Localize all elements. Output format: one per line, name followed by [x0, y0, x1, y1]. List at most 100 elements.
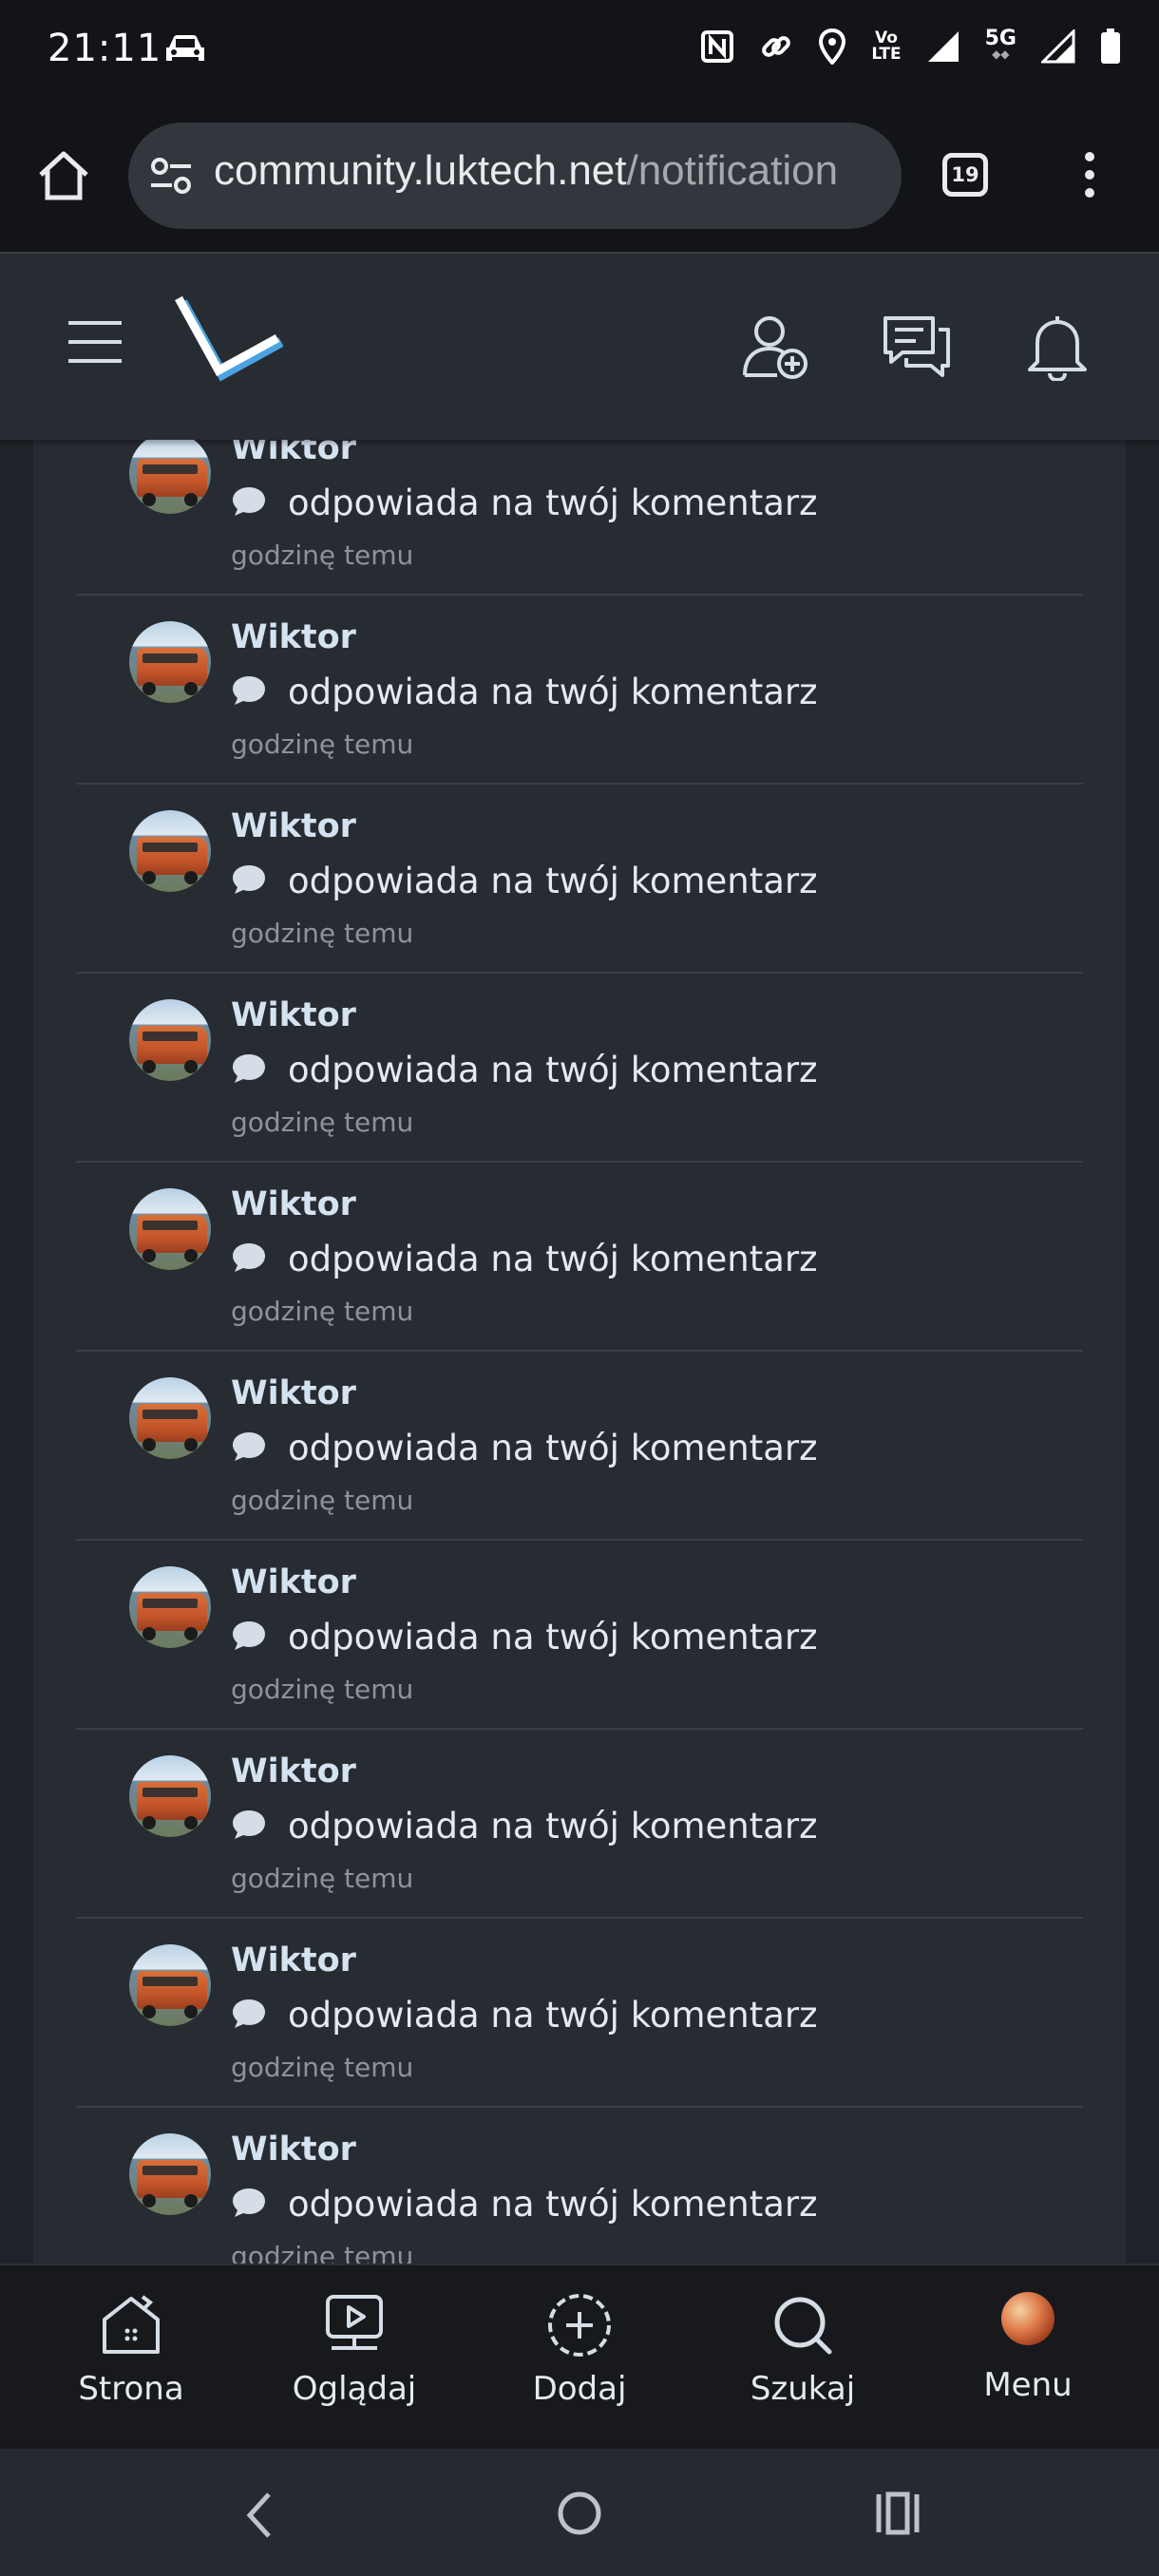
signal-2-icon [1041, 29, 1075, 64]
home-circle-icon[interactable] [555, 2489, 604, 2538]
notification-message: odpowiada na twój komentarz [231, 1050, 818, 1090]
browser-toolbar: community.luktech.net/notification 19 [0, 104, 1159, 252]
notification-message: odpowiada na twój komentarz [231, 1995, 818, 2036]
avatar[interactable] [129, 999, 211, 1081]
notification-message: odpowiada na twój komentarz [231, 1617, 818, 1657]
more-options-icon[interactable] [1085, 152, 1096, 199]
comment-icon [231, 485, 267, 521]
notification-username[interactable]: Wiktor [231, 996, 356, 1034]
notification-time: godzinę temu [231, 1485, 414, 1516]
notification-time: godzinę temu [231, 1107, 414, 1138]
notification-username[interactable]: Wiktor [231, 618, 356, 656]
notification-item[interactable]: Wiktor odpowiada na twój komentarz godzi… [76, 596, 1083, 785]
nav-dodaj[interactable]: Dodaj [484, 2265, 674, 2451]
comment-icon [231, 863, 267, 900]
recents-icon[interactable] [874, 2491, 922, 2536]
notification-action: odpowiada na twój komentarz [288, 1428, 818, 1468]
notification-time: godzinę temu [231, 2052, 414, 2083]
system-navigation-bar [0, 2449, 1159, 2576]
notification-action: odpowiada na twój komentarz [288, 2184, 818, 2225]
url-text[interactable]: community.luktech.net/notification [214, 147, 838, 195]
notification-time: godzinę temu [231, 1296, 414, 1327]
notification-time: godzinę temu [231, 918, 414, 949]
notification-item[interactable]: Wiktor odpowiada na twój komentarz godzi… [76, 974, 1083, 1163]
nav-menu[interactable]: Menu [933, 2265, 1123, 2451]
notification-username[interactable]: Wiktor [231, 1752, 356, 1790]
site-settings-icon[interactable] [149, 157, 193, 199]
nav-strona[interactable]: Strona [36, 2265, 226, 2451]
notification-message: odpowiada na twój komentarz [231, 2184, 818, 2225]
site-header [0, 252, 1159, 440]
notification-item[interactable]: Wiktor odpowiada na twój komentarz godzi… [76, 785, 1083, 974]
notification-message: odpowiada na twój komentarz [231, 861, 818, 901]
notification-action: odpowiada na twój komentarz [288, 861, 818, 901]
notification-action: odpowiada na twój komentarz [288, 672, 818, 712]
notification-time: godzinę temu [231, 540, 414, 571]
notification-message: odpowiada na twój komentarz [231, 483, 818, 523]
home-icon[interactable] [36, 150, 91, 205]
comment-icon [231, 2187, 267, 2223]
hamburger-icon[interactable] [66, 320, 124, 368]
address-bar[interactable]: community.luktech.net/notification [128, 123, 902, 229]
notification-time: godzinę temu [231, 1863, 414, 1894]
notification-username[interactable]: Wiktor [231, 807, 356, 845]
location-icon [818, 28, 846, 65]
url-path: /notification [626, 147, 839, 194]
avatar[interactable] [129, 2133, 211, 2215]
tab-switcher-button[interactable]: 19 [942, 153, 988, 197]
avatar[interactable] [129, 1566, 211, 1648]
bottom-navigation: Strona Oglądaj Dodaj Szukaj Menu [0, 2263, 1159, 2449]
notification-time: godzinę temu [231, 1674, 414, 1705]
notification-username[interactable]: Wiktor [231, 2131, 356, 2169]
add-friend-icon[interactable] [741, 313, 809, 385]
comment-icon [231, 1052, 267, 1089]
notification-item[interactable]: Wiktor odpowiada na twój komentarz godzi… [76, 2108, 1083, 2263]
notification-username[interactable]: Wiktor [231, 1185, 356, 1223]
nav-label: Dodaj [532, 2370, 627, 2408]
notification-username[interactable]: Wiktor [231, 1374, 356, 1412]
notification-item[interactable]: Wiktor odpowiada na twój komentarz godzi… [76, 1919, 1083, 2108]
comment-icon [231, 1809, 267, 1845]
notification-action: odpowiada na twój komentarz [288, 1806, 818, 1847]
avatar[interactable] [129, 440, 211, 514]
nav-ogladaj[interactable]: Oglądaj [259, 2265, 449, 2451]
battery-icon [1100, 28, 1121, 65]
notification-username[interactable]: Wiktor [231, 1941, 356, 1979]
nav-szukaj[interactable]: Szukaj [708, 2265, 898, 2451]
notification-item[interactable]: Wiktor odpowiada na twój komentarz godzi… [76, 440, 1083, 596]
avatar[interactable] [129, 1755, 211, 1837]
notification-action: odpowiada na twój komentarz [288, 1995, 818, 2036]
avatar[interactable] [129, 1377, 211, 1459]
notification-username[interactable]: Wiktor [231, 440, 356, 467]
comment-icon [231, 1998, 267, 2034]
nav-label: Menu [983, 2366, 1073, 2404]
avatar[interactable] [129, 1188, 211, 1270]
status-bar: 21:11 Vo LTE 5G ◆◆ [0, 0, 1159, 104]
notification-item[interactable]: Wiktor odpowiada na twój komentarz godzi… [76, 1541, 1083, 1730]
nav-label: Szukaj [750, 2370, 856, 2408]
comment-icon [231, 1619, 267, 1656]
notification-item[interactable]: Wiktor odpowiada na twój komentarz godzi… [76, 1730, 1083, 1919]
avatar[interactable] [129, 621, 211, 703]
notification-action: odpowiada na twój komentarz [288, 1050, 818, 1090]
comment-icon [231, 674, 267, 710]
notification-time: godzinę temu [231, 2241, 414, 2263]
notification-username[interactable]: Wiktor [231, 1563, 356, 1601]
bell-icon[interactable] [1024, 313, 1091, 385]
link-icon [759, 29, 793, 64]
notification-time: godzinę temu [231, 729, 414, 760]
site-logo[interactable] [169, 295, 284, 414]
avatar[interactable] [129, 1944, 211, 2026]
nfc-icon [700, 29, 734, 64]
notification-list: Wiktor odpowiada na twój komentarz godzi… [33, 440, 1126, 2263]
notification-item[interactable]: Wiktor odpowiada na twój komentarz godzi… [76, 1352, 1083, 1541]
messages-icon[interactable] [882, 313, 952, 385]
nav-label: Oglądaj [292, 2370, 417, 2408]
menu-avatar [1001, 2292, 1054, 2345]
signal-icon [926, 29, 960, 64]
back-icon[interactable] [242, 2491, 276, 2540]
notification-message: odpowiada na twój komentarz [231, 672, 818, 712]
avatar[interactable] [129, 810, 211, 892]
notification-item[interactable]: Wiktor odpowiada na twój komentarz godzi… [76, 1163, 1083, 1352]
notification-message: odpowiada na twój komentarz [231, 1239, 818, 1279]
